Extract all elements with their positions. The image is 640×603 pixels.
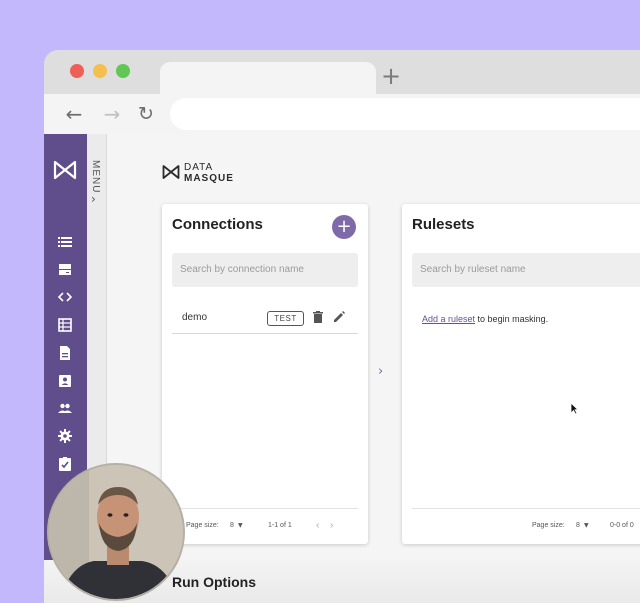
presenter-webcam-avatar [47,463,185,601]
close-window-button[interactable] [70,64,84,78]
page-size-select[interactable]: 8 [230,522,234,529]
reload-icon[interactable]: ↻ [134,102,158,126]
datamasque-brand-icon [162,165,180,179]
caret-down-icon[interactable]: ▼ [238,522,243,529]
empty-ruleset-message: Add a ruleset to begin masking. [422,314,548,324]
edit-pencil-icon[interactable] [332,310,346,324]
users-icon[interactable] [57,400,73,416]
rulesets-card: Rulesets Search by ruleset name Add a ru… [402,204,640,544]
pager-divider [172,508,358,509]
minimize-window-button[interactable] [93,64,107,78]
rulesets-title: Rulesets [412,216,475,233]
contact-card-icon[interactable] [57,373,73,389]
maximize-window-button[interactable] [116,64,130,78]
table-icon[interactable] [57,317,73,333]
prev-page-icon[interactable]: ‹ [316,520,319,531]
mouse-cursor-icon [570,402,579,415]
datamasque-logo-icon[interactable] [53,160,77,180]
brand-line2: MASQUE [184,173,234,184]
table-row[interactable]: demo TEST [172,304,358,334]
list-icon[interactable] [57,234,73,250]
brand-line1: DATA [184,162,214,173]
settings-icon[interactable] [57,428,73,444]
test-connection-button[interactable]: TEST [267,311,304,326]
connections-card: Connections + Search by connection name … [162,204,368,544]
code-icon[interactable] [57,289,73,305]
page-range: 1-1 of 1 [268,522,292,529]
trash-icon[interactable] [311,310,325,324]
clipboard-check-icon[interactable] [57,456,73,472]
connection-name: demo [182,312,208,323]
presenter-portrait [49,465,183,599]
run-options-title: Run Options [172,574,256,590]
next-page-icon[interactable]: › [330,520,333,531]
address-bar[interactable] [170,98,640,130]
add-connection-button[interactable]: + [332,215,356,239]
connection-search-input[interactable]: Search by connection name [172,253,358,287]
browser-navbar: ← → ↻ [44,94,640,134]
brand-logo: DATA MASQUE [162,162,233,185]
page-range: 0-0 of 0 [610,522,634,529]
connections-title: Connections [172,216,263,233]
page-size-label: Page size: [532,522,565,529]
ruleset-search-input[interactable]: Search by ruleset name [412,253,640,287]
page-size-select[interactable]: 8 [576,522,580,529]
page-size-label: Page size: [186,522,219,529]
new-tab-button[interactable]: + [379,62,403,90]
menu-label: MENU [90,160,101,194]
document-icon[interactable] [57,345,73,361]
pager-divider [412,508,640,509]
forward-arrow-icon[interactable]: → [100,102,124,126]
chevron-right-icon[interactable]: › [378,364,383,379]
back-arrow-icon[interactable]: ← [62,102,86,126]
browser-tab[interactable] [160,62,376,94]
database-icon[interactable] [57,262,73,278]
add-ruleset-link[interactable]: Add a ruleset [422,314,475,324]
chevron-right-icon[interactable]: › [91,192,96,206]
empty-ruleset-text: to begin masking. [475,314,549,324]
brand-name: DATA MASQUE [184,162,234,184]
caret-down-icon[interactable]: ▼ [584,522,589,529]
